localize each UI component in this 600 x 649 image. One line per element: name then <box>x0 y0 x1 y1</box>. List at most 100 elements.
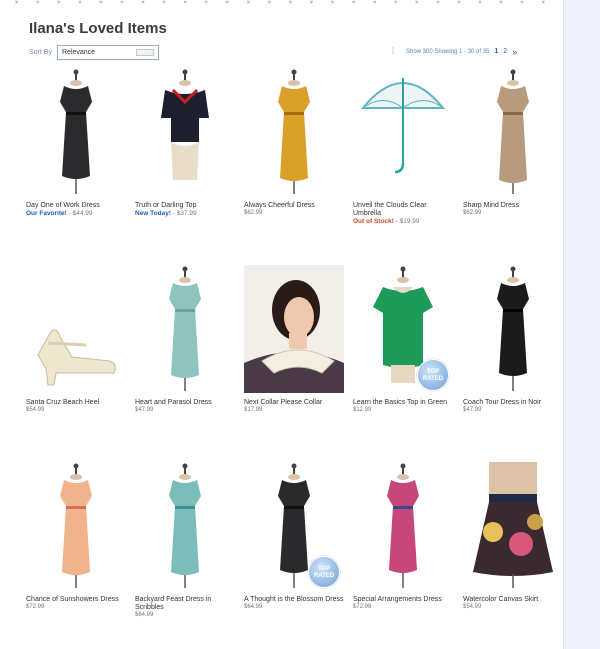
product-name[interactable]: Watercolor Canvas Skirt <box>463 596 563 604</box>
heart-icon: ♥ <box>120 0 124 6</box>
product-price: $62.99 <box>244 210 263 216</box>
product-image[interactable] <box>26 68 126 196</box>
page-2-link[interactable]: 2 <box>503 48 507 55</box>
product-image[interactable] <box>463 68 563 196</box>
pagination-summary[interactable]: Show 300 Showing 1 - 30 of 35 <box>406 49 489 55</box>
hearts-border: ♥ ♥ ♥ ♥ ♥ ♥ ♥ ♥ ♥ ♥ ♥ ♥ ♥ ♥ ♥ ♥ ♥ ♥ ♥ ♥ ♥ ♥ ♥ ♥ ♥ ♥ <box>0 0 560 8</box>
product-name[interactable]: Chance of Sunshowers Dress <box>26 596 126 604</box>
product-name[interactable]: Day One of Work Dress <box>26 202 126 210</box>
product-card[interactable]: Heart and Parasol Dress $47.99 <box>135 265 235 414</box>
heart-icon: ♥ <box>246 0 250 6</box>
heart-icon: ♥ <box>56 0 61 6</box>
product-card[interactable]: Day One of Work Dress Our Favorite! - $44… <box>26 68 126 218</box>
product-card[interactable]: Special Arrangements Dress $72.99 <box>353 462 453 611</box>
product-promo: Out of Stock! - $19.99 <box>353 218 453 226</box>
product-price: $64.99 <box>135 612 154 618</box>
product-image[interactable] <box>463 265 563 393</box>
chevron-right-icon[interactable]: » <box>512 47 517 56</box>
heart-icon: ♥ <box>478 0 482 6</box>
product-price: $72.99 <box>26 604 45 610</box>
product-price: - $37.99 <box>171 210 197 217</box>
dropdown-arrow-icon <box>136 49 154 56</box>
heart-icon: ♥ <box>183 0 187 6</box>
sort-select[interactable]: Relevance <box>57 45 159 60</box>
side-panel <box>563 0 600 649</box>
sort-label: Sort By <box>29 49 52 56</box>
product-name[interactable]: A Thought is the Blossom Dress <box>244 596 344 604</box>
product-card[interactable]: Truth or Darling Top New Today! - $37.99 <box>135 68 235 218</box>
heart-icon: ♥ <box>541 0 545 6</box>
heart-icon: ♥ <box>225 0 229 6</box>
heart-icon: ♥ <box>309 0 314 6</box>
product-card[interactable]: TOP RATED Learn the Basics Top in Green $1… <box>353 265 453 414</box>
product-image[interactable] <box>353 68 453 196</box>
product-image[interactable] <box>26 462 126 590</box>
product-card[interactable]: Santa Cruz Beach Heel $54.99 <box>26 265 126 414</box>
heart-icon: ♥ <box>520 0 524 6</box>
product-card[interactable]: Chance of Sunshowers Dress $72.99 <box>26 462 126 611</box>
heart-icon: ♥ <box>330 0 335 6</box>
product-price: $54.99 <box>463 604 482 610</box>
product-price: $47.99 <box>463 407 482 413</box>
product-price: $72.99 <box>353 604 372 610</box>
product-name[interactable]: Heart and Parasol Dress <box>135 399 235 407</box>
heart-icon: ♥ <box>204 0 208 6</box>
top-rated-badge: TOP RATED <box>308 556 340 588</box>
heart-icon: ♥ <box>457 0 461 6</box>
page-title: Ilana's Loved Items <box>29 20 167 37</box>
product-price: - $19.99 <box>393 218 420 225</box>
product-card[interactable]: Next Collar Please Collar $17.99 <box>244 265 344 414</box>
page-1-link[interactable]: 1 <box>494 48 498 55</box>
sort-value: Relevance <box>62 49 96 56</box>
product-name[interactable]: Next Collar Please Collar <box>244 399 344 407</box>
product-name[interactable]: Special Arrangements Dress <box>353 596 453 604</box>
pagination-divider: | <box>392 46 395 55</box>
product-name[interactable]: Backyard Feast Dress in Scribbles <box>135 596 235 612</box>
product-card[interactable]: Coach Tour Dress in Noir $47.99 <box>463 265 563 414</box>
product-name[interactable]: Santa Cruz Beach Heel <box>26 399 126 407</box>
product-price: $17.99 <box>244 407 263 413</box>
product-card[interactable]: TOP RATED A Thought is the Blossom Dress $… <box>244 462 344 611</box>
promo-tag: Out of Stock! <box>353 218 394 225</box>
product-image[interactable] <box>463 462 563 590</box>
product-name[interactable]: Unveil the Clouds Clear Umbrella <box>353 202 453 218</box>
heart-icon: ♥ <box>267 0 272 6</box>
top-rated-badge: TOP RATED <box>417 359 449 391</box>
product-name[interactable]: Always Cheerful Dress <box>244 202 344 210</box>
pagination: | Show 300 Showing 1 - 30 of 35 1 2 » <box>392 47 517 57</box>
heart-icon: ♥ <box>372 0 377 6</box>
product-image[interactable] <box>26 265 126 393</box>
heart-icon: ♥ <box>141 0 145 6</box>
product-name[interactable]: Learn the Basics Top in Green <box>353 399 453 407</box>
heart-icon: ♥ <box>77 0 82 6</box>
product-card[interactable]: Watercolor Canvas Skirt $54.99 <box>463 462 563 611</box>
heart-icon: ♥ <box>393 0 398 6</box>
product-name[interactable]: Sharp Mind Dress <box>463 202 563 210</box>
product-name[interactable]: Coach Tour Dress in Noir <box>463 399 563 407</box>
product-card[interactable]: Sharp Mind Dress $62.99 <box>463 68 563 217</box>
product-image[interactable] <box>135 68 235 196</box>
product-name[interactable]: Truth or Darling Top <box>135 202 235 210</box>
product-card[interactable]: Always Cheerful Dress $62.99 <box>244 68 344 217</box>
heart-icon: ♥ <box>436 0 440 6</box>
product-image[interactable] <box>353 462 453 590</box>
product-card[interactable]: Backyard Feast Dress in Scribbles $64.99 <box>135 462 235 619</box>
product-image[interactable] <box>135 265 235 393</box>
heart-icon: ♥ <box>99 0 103 6</box>
product-image[interactable]: TOP RATED <box>353 265 453 393</box>
heart-icon: ♥ <box>14 0 19 6</box>
heart-icon: ♥ <box>414 0 419 6</box>
product-promo: Our Favorite! - $44.99 <box>26 210 126 218</box>
product-promo: New Today! - $37.99 <box>135 210 235 218</box>
product-image[interactable] <box>244 265 344 393</box>
heart-icon: ♥ <box>35 0 40 6</box>
promo-tag: New Today! <box>135 210 171 217</box>
product-price: $12.99 <box>353 407 372 413</box>
product-card[interactable]: Unveil the Clouds Clear Umbrella Out of S… <box>353 68 453 226</box>
heart-icon: ♥ <box>288 0 293 6</box>
product-image[interactable] <box>135 462 235 590</box>
heart-icon: ♥ <box>499 0 503 6</box>
product-image[interactable]: TOP RATED <box>244 462 344 590</box>
product-image[interactable] <box>244 68 344 196</box>
promo-tag: Our Favorite! <box>26 210 67 217</box>
